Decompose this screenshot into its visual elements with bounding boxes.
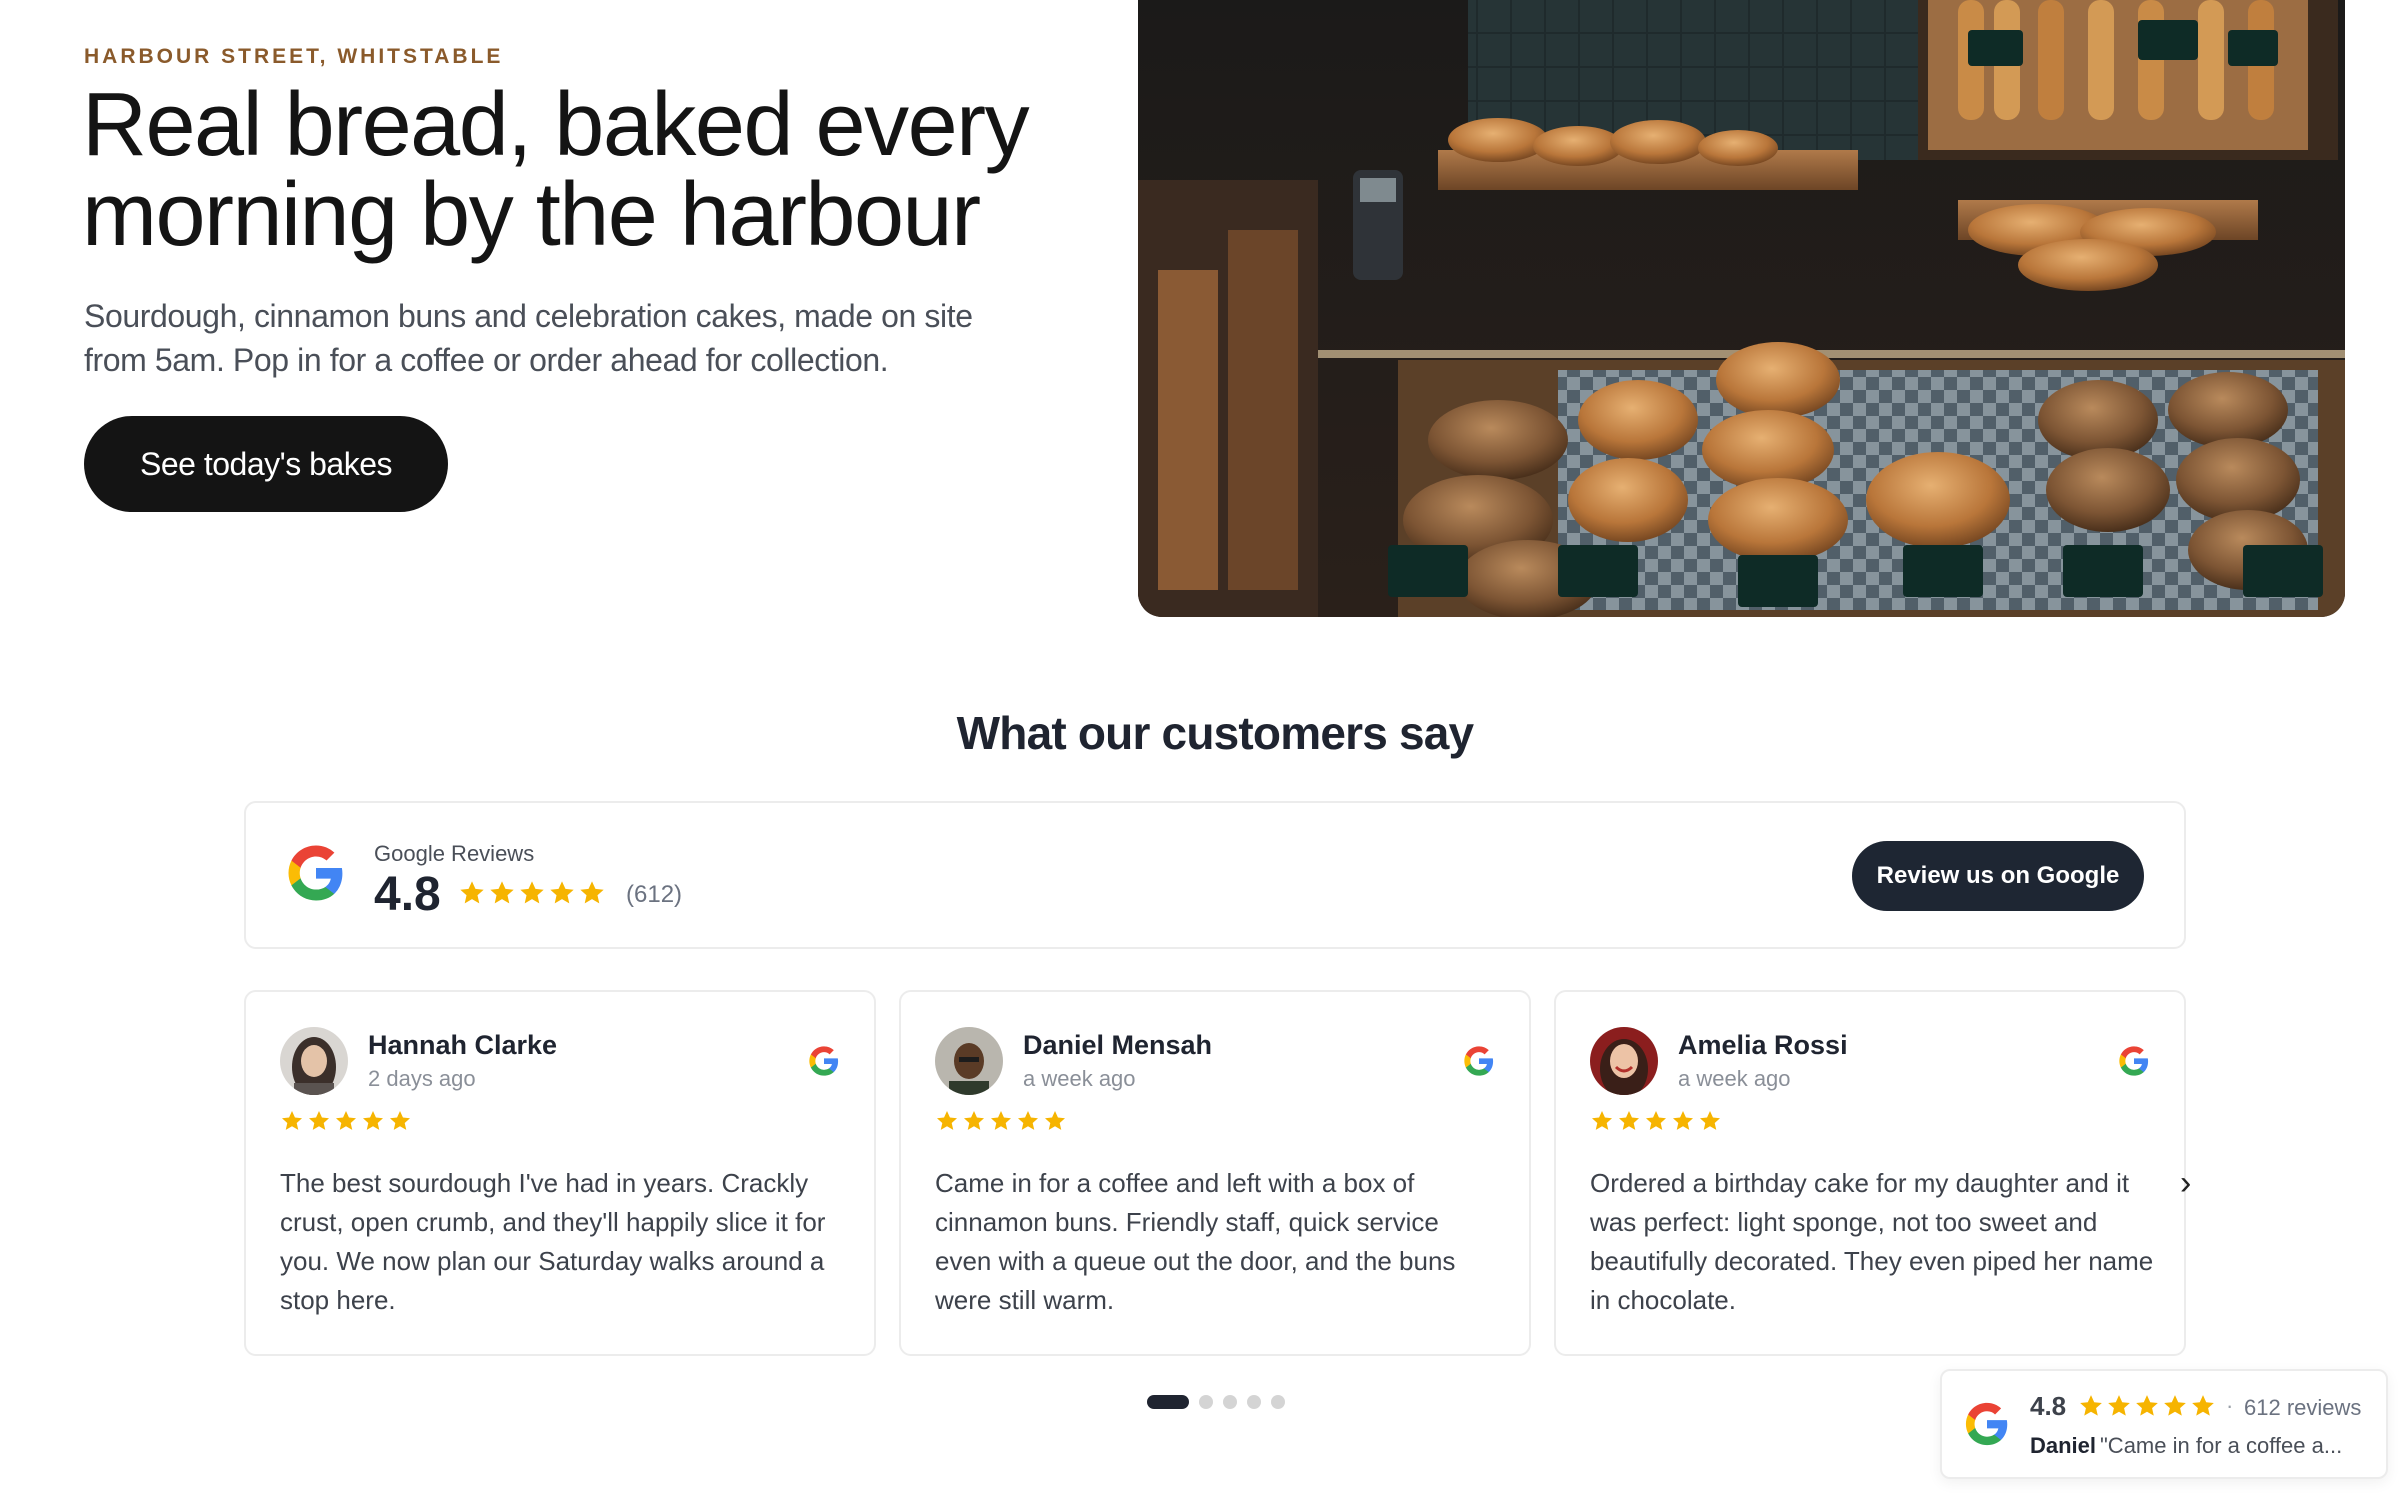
reviewer-name: Amelia Rossi (1678, 1030, 1848, 1060)
star-icon (1043, 1109, 1067, 1138)
review-stars (935, 1109, 1067, 1138)
reviewer-name: Hannah Clarke (368, 1030, 558, 1060)
summary-review-count: (612) (626, 881, 683, 908)
chevron-right-icon[interactable]: › (2180, 1166, 2191, 1200)
star-icon (2162, 1393, 2188, 1424)
pagination-dot[interactable] (1147, 1395, 1189, 1409)
star-icon (2106, 1393, 2132, 1424)
floating-review-badge[interactable]: 4.8 · 612 reviews Daniel "Came in for a … (1940, 1369, 2388, 1479)
google-g-icon (1964, 1401, 2010, 1452)
star-icon (1016, 1109, 1040, 1138)
star-icon (1671, 1109, 1695, 1138)
review-card: Amelia Rossi a week ago Ordered a birthd… (1554, 990, 2186, 1356)
star-icon (2134, 1393, 2160, 1424)
avatar (935, 1027, 1003, 1095)
avatar (280, 1027, 348, 1095)
star-icon (280, 1109, 304, 1138)
google-g-icon (286, 843, 346, 908)
pagination-dot[interactable] (1199, 1395, 1213, 1409)
reviewer-name: Daniel Mensah (1023, 1030, 1213, 1060)
star-icon (1590, 1109, 1614, 1138)
reviews-heading: What our customers say (956, 707, 1474, 759)
review-stars (1590, 1109, 1722, 1138)
star-icon (458, 879, 486, 912)
summary-stars (458, 879, 606, 912)
review-time: a week ago (1023, 1066, 1136, 1091)
pagination-dot[interactable] (1247, 1395, 1261, 1409)
google-g-icon (2118, 1045, 2150, 1082)
pagination-dot[interactable] (1223, 1395, 1237, 1409)
carousel-pagination (1147, 1395, 1285, 1409)
avatar (1590, 1027, 1658, 1095)
star-icon (1617, 1109, 1641, 1138)
google-reviews-summary: Google Reviews 4.8 (612) Review us on Go… (244, 801, 2186, 949)
review-us-on-google-button[interactable]: Review us on Google (1852, 841, 2144, 911)
summary-source-label: Google Reviews (374, 841, 535, 866)
hero-title: Real bread, baked every morning by the h… (82, 80, 1142, 260)
review-text: Came in for a coffee and left with a box… (935, 1168, 1456, 1315)
star-icon (307, 1109, 331, 1138)
star-icon (334, 1109, 358, 1138)
hero-eyebrow: HARBOUR STREET, WHITSTABLE (84, 45, 504, 68)
pagination-dot[interactable] (1271, 1395, 1285, 1409)
review-time: 2 days ago (368, 1066, 476, 1091)
google-g-icon (1463, 1045, 1495, 1082)
badge-reviewer: Daniel (2030, 1433, 2097, 1458)
google-g-icon (808, 1045, 840, 1082)
star-icon (989, 1109, 1013, 1138)
review-card: Hannah Clarke 2 days ago The best sourdo… (244, 990, 876, 1356)
summary-rating: 4.8 (374, 868, 441, 921)
star-icon (361, 1109, 385, 1138)
review-text: The best sourdough I've had in years. Cr… (280, 1168, 826, 1315)
star-icon (518, 879, 546, 912)
star-icon (1644, 1109, 1668, 1138)
badge-quote: "Came in for a coffee a... (2100, 1433, 2343, 1458)
see-todays-bakes-button[interactable]: See today's bakes (84, 416, 448, 512)
star-icon (2078, 1393, 2104, 1424)
review-card: Daniel Mensah a week ago Came in for a c… (899, 990, 1531, 1356)
review-text: Ordered a birthday cake for my daughter … (1590, 1168, 2154, 1315)
review-stars (280, 1109, 412, 1138)
hero-title-line-1: Real bread, baked every (82, 75, 1030, 175)
hero-image (1138, 0, 2345, 617)
star-icon (548, 879, 576, 912)
star-icon (578, 879, 606, 912)
hero-subtitle: Sourdough, cinnamon buns and celebration… (84, 298, 973, 378)
badge-stars (2078, 1393, 2216, 1424)
badge-review-count: 612 reviews (2244, 1395, 2362, 1420)
hero-title-line-2: morning by the harbour (82, 165, 981, 265)
badge-separator: · (2226, 1393, 2234, 1418)
star-icon (488, 879, 516, 912)
star-icon (935, 1109, 959, 1138)
badge-rating: 4.8 (2030, 1391, 2067, 1421)
star-icon (388, 1109, 412, 1138)
star-icon (2190, 1393, 2216, 1424)
review-time: a week ago (1678, 1066, 1791, 1091)
star-icon (1698, 1109, 1722, 1138)
star-icon (962, 1109, 986, 1138)
